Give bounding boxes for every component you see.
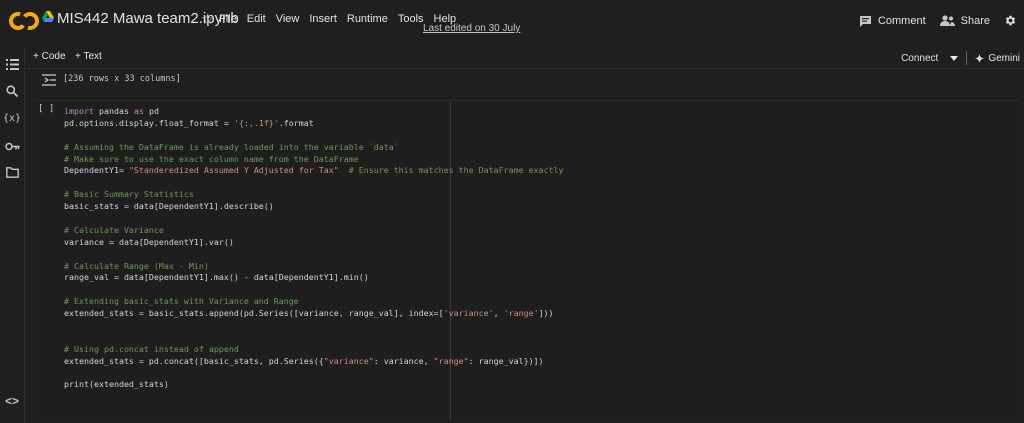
sparkle-icon [975,53,985,63]
code-token: as [133,106,144,116]
menu-insert[interactable]: Insert [309,13,337,25]
code-token: pd.options.display.float_format = [64,117,234,128]
connect-button[interactable]: Connect [901,53,938,64]
run-cell-button[interactable]: [ ] [38,104,54,114]
code-token: ])) [538,308,554,319]
code-token: range_val = data[DependentY1].max() - da… [64,272,369,283]
menu-edit[interactable]: Edit [247,13,266,25]
code-line: # Using pd.concat instead of append [64,344,564,356]
code-token: # Ensure this matches the DataFrame exac… [348,165,564,176]
code-line: # Calculate Range (Max - Min) [64,261,564,273]
code-token: # Assuming the DataFrame is already load… [64,141,399,152]
code-token: .format [278,117,314,128]
code-line: # Assuming the DataFrame is already load… [64,142,564,154]
toolbar-right: Connect Gemini [901,51,1020,65]
left-sidebar: {x} <> [0,46,25,423]
output-icon[interactable] [42,74,56,86]
code-token: : range_val})]) [468,355,544,366]
gear-icon[interactable] [1004,14,1017,27]
colab-logo[interactable] [8,8,40,34]
code-line: # Basic Summary Statistics [64,189,564,201]
code-line: # Extending basic_stats with Variance an… [64,296,564,308]
gemini-button[interactable]: Gemini [988,53,1020,64]
code-token: # Calculate Variance [64,224,164,235]
code-token: DependentY1= [64,165,129,176]
code-token: pandas [93,106,134,116]
menu-runtime[interactable]: Runtime [347,13,388,25]
code-line: # Calculate Variance [64,225,564,237]
code-token: : variance, [373,355,434,366]
code-token: '{:,.1f}' [233,117,279,128]
secrets-icon[interactable] [4,138,20,154]
menu-view[interactable]: View [276,13,300,25]
code-line: DependentY1= "Standeredized Assumed Y Ad… [64,165,564,177]
toolbar-divider [966,51,968,65]
header-actions: Comment Share [859,14,1024,27]
code-line: print(extended_stats) [64,379,564,391]
comment-icon [859,15,871,27]
header-bar: MIS442 Mawa team2.ipynb ☆ File Edit View… [0,0,1024,46]
variables-icon[interactable]: {x} [3,110,21,126]
code-line: import pandas as pd [64,106,564,118]
code-line: basic_stats = data[DependentY1].describe… [64,201,564,213]
share-button[interactable]: Share [939,14,990,27]
code-token: import [64,106,94,116]
code-token: "variance" [323,355,374,366]
code-token: # Calculate Range (Max - Min) [64,260,209,271]
folder-icon[interactable] [4,164,20,180]
code-token: # Make sure to use the exact column name… [64,153,359,164]
add-text-button[interactable]: + Text [75,51,102,62]
code-line: extended_stats = pd.concat([basic_stats,… [64,356,564,368]
notebook-toolbar: + Code + Text Connect Gemini [25,46,1024,69]
code-line: variance = data[DependentY1].var() [64,237,564,249]
add-code-button[interactable]: + Code [33,51,66,62]
code-token: "Standeredized Assumed Y Adjusted for Ta… [128,165,339,176]
code-token: variance = data[DependentY1].var() [64,236,234,247]
code-token: # Basic Summary Statistics [64,189,194,200]
star-icon[interactable]: ☆ [201,10,214,28]
code-token: pd [143,106,159,116]
last-edited-link[interactable]: Last edited on 30 July [423,23,520,34]
comment-button[interactable]: Comment [859,15,926,27]
code-line: pd.options.display.float_format = '{:,.1… [64,118,564,130]
code-line: extended_stats = basic_stats.append(pd.S… [64,308,564,320]
code-token: basic_stats = data[DependentY1].describe… [64,201,274,212]
code-line: range_val = data[DependentY1].max() - da… [64,272,564,284]
code-token: extended_stats = basic_stats.append(pd.S… [64,308,444,319]
code-token: , [493,308,504,319]
cell-output: [236 rows x 33 columns] [25,68,1024,98]
share-label: Share [960,14,990,27]
menu-tools[interactable]: Tools [398,13,424,25]
code-token: # Using pd.concat instead of append [64,343,239,354]
chevron-down-icon[interactable] [950,55,959,61]
toc-icon[interactable] [4,56,20,72]
code-token: 'range' [503,308,539,319]
share-icon [939,15,955,26]
output-text: [236 rows x 33 columns] [63,74,181,84]
code-token: "range" [433,355,469,366]
code-editor[interactable]: import pandas as pd pd.options.display.fl… [64,106,564,391]
comment-label: Comment [877,14,926,27]
menu-file[interactable]: File [219,13,237,25]
code-token: print(extended_stats) [64,379,169,390]
code-snippets-icon[interactable]: <> [4,393,20,409]
code-line: # Make sure to use the exact column name… [64,154,564,166]
code-token: # Extending basic_stats with Variance an… [64,296,299,307]
code-token: 'variance' [443,308,494,319]
drive-icon[interactable] [42,11,54,22]
search-icon[interactable] [4,83,20,99]
code-token: extended_stats = pd.concat([basic_stats,… [64,355,324,366]
